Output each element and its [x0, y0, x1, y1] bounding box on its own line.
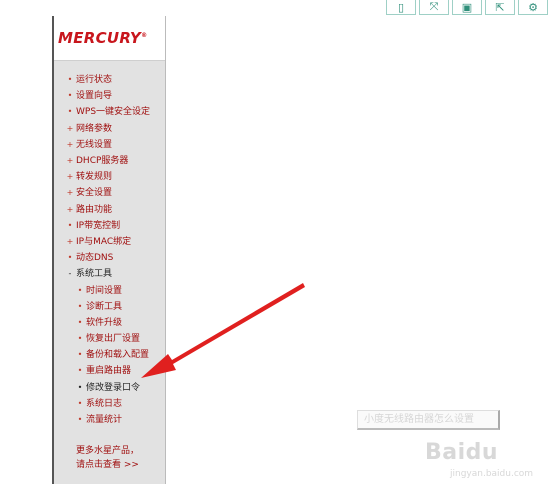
red-arrow-annotation [141, 283, 305, 378]
